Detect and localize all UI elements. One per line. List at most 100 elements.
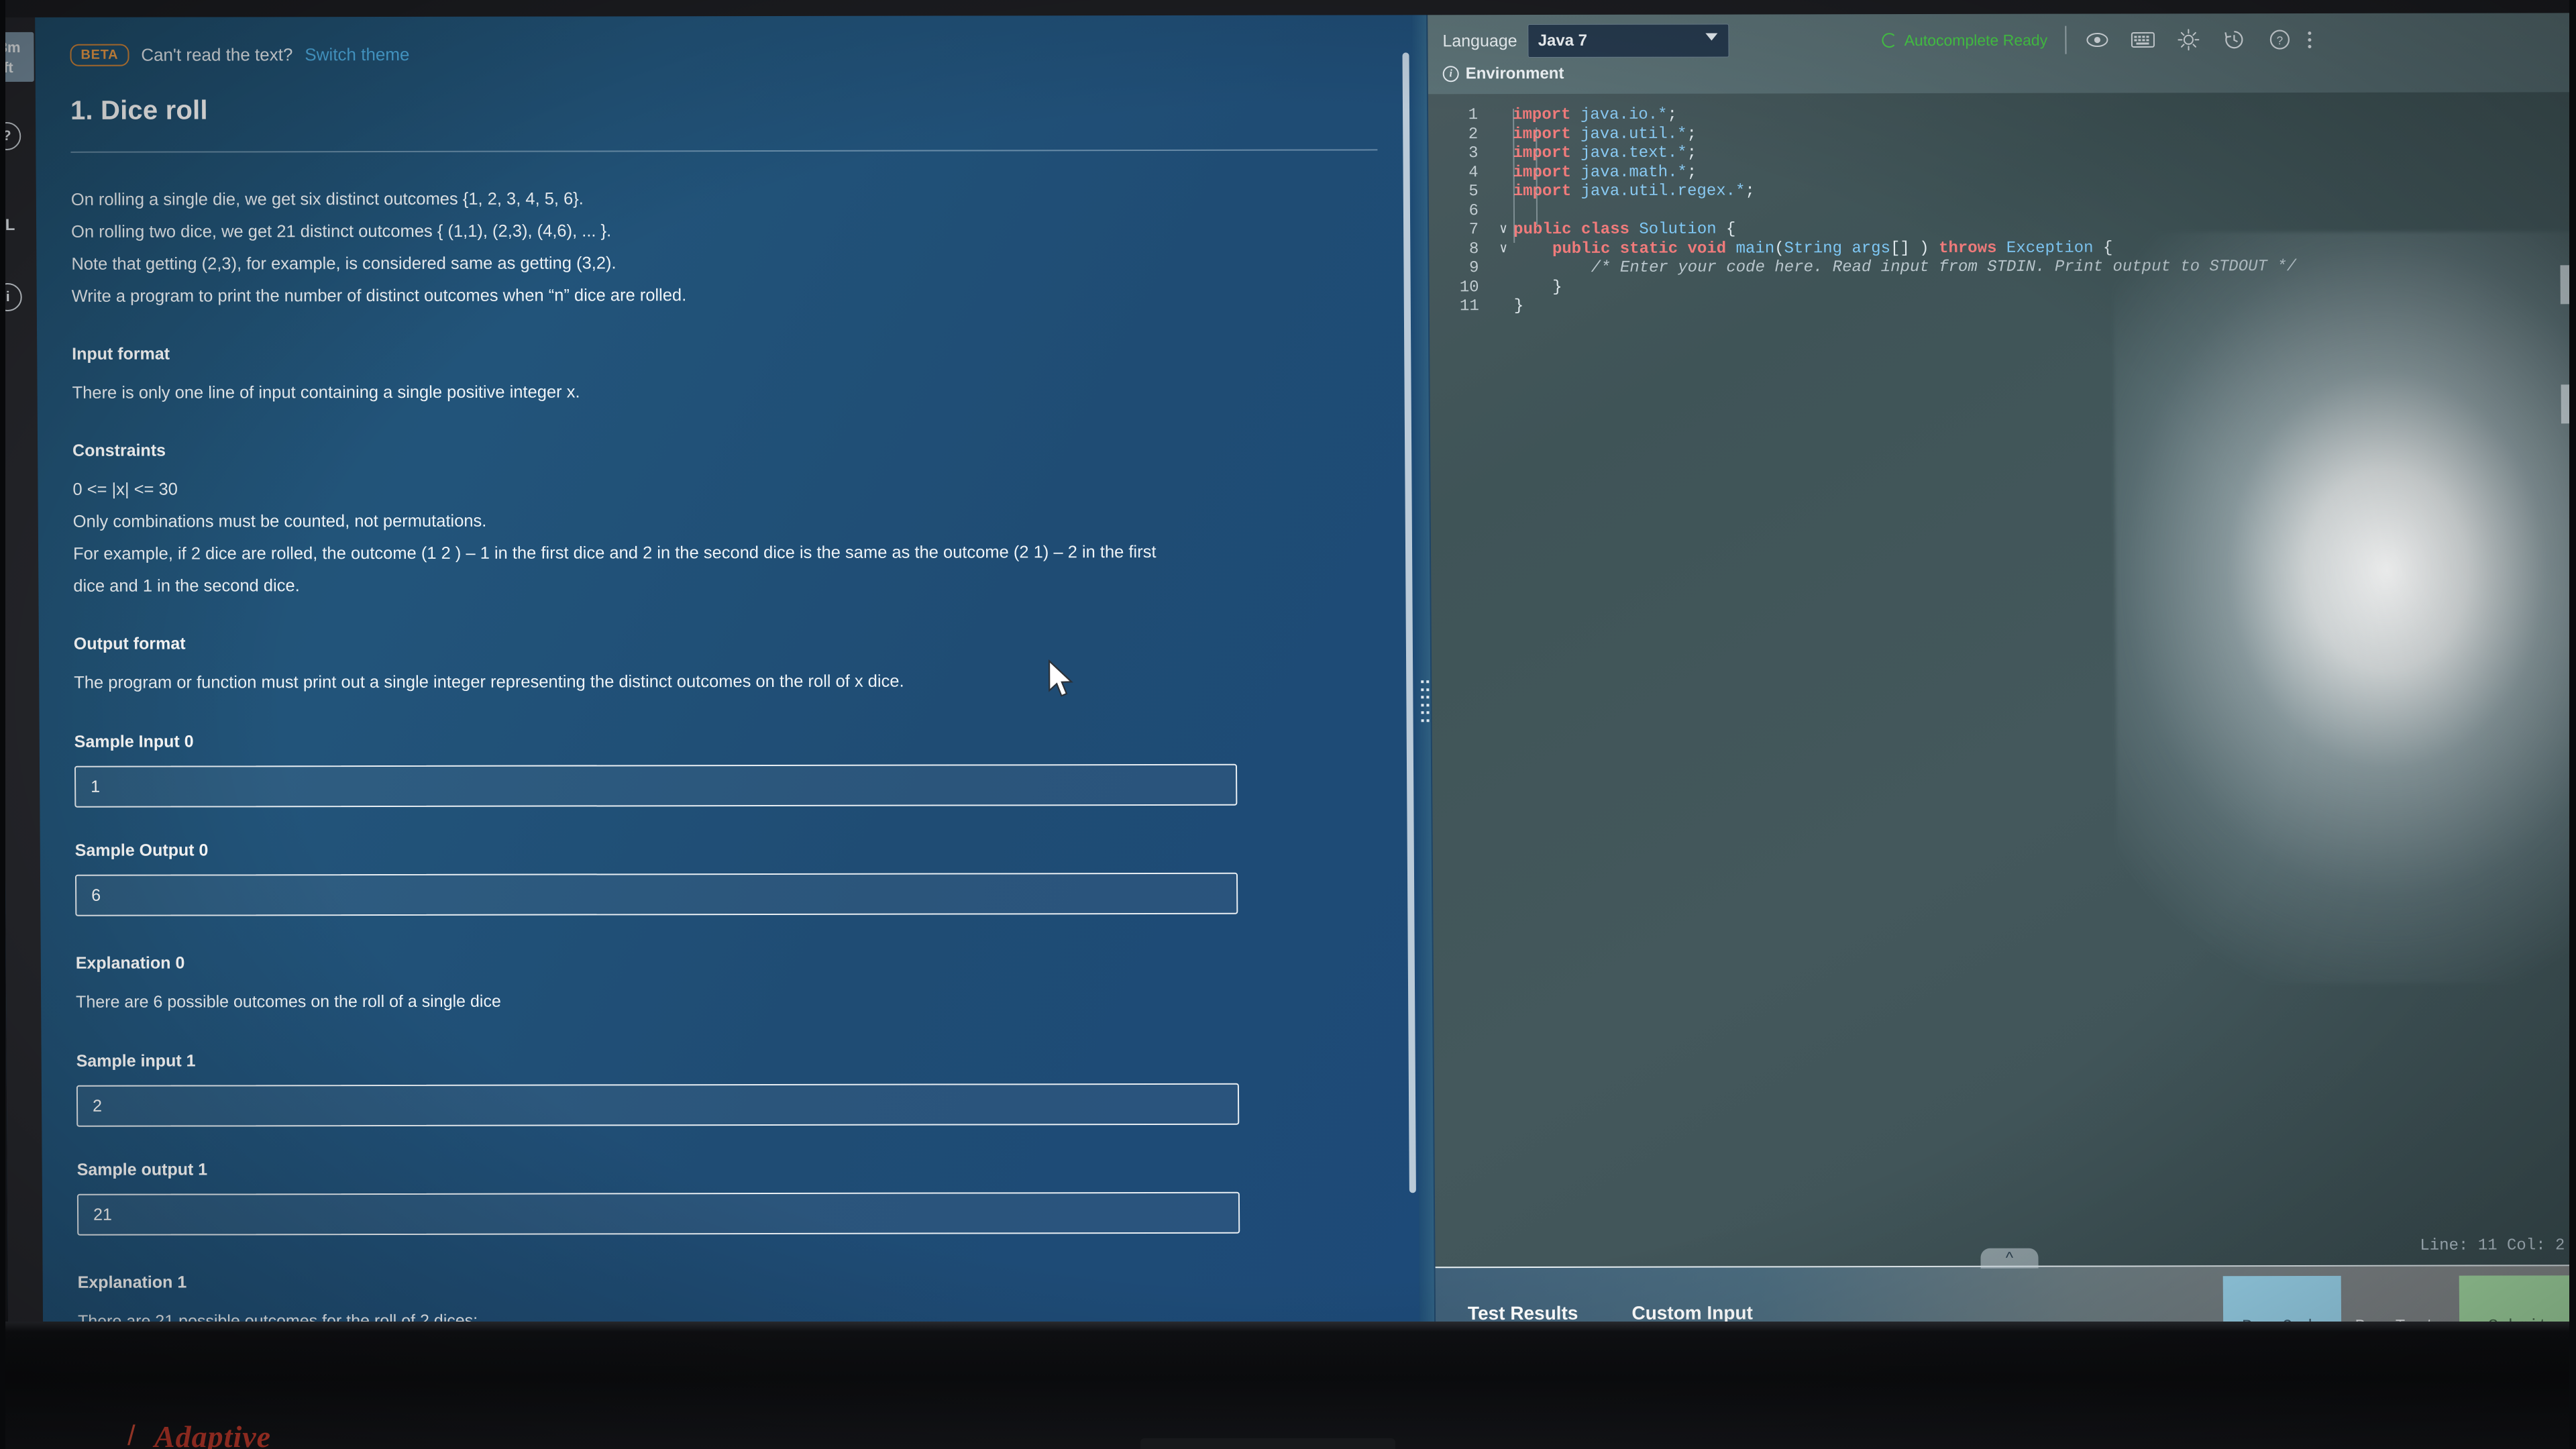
constraint-line: 0 <= |x| <= 30 [72,480,178,499]
input-format-block: Input format There is only one line of i… [72,335,1379,409]
eye-icon[interactable] [2084,27,2110,54]
code-text: } [1552,278,1562,297]
sample-output-0-value: 6 [91,885,101,905]
photograph-of-monitor: hackerrank.com/test/2c8c9sb74kk/question… [0,0,2576,1449]
cursor-position-status: Line: 11 Col: 2 [2420,1236,2565,1255]
sample-input-1-value: 2 [92,1096,103,1116]
autocomplete-status: Autocomplete Ready [1882,31,2048,49]
toolbar-divider [2065,25,2067,54]
laptop-bezel: / Adaptive [0,1322,2576,1449]
problem-body: On rolling a single die, we get six dist… [71,181,1385,1389]
fold-chevron-icon[interactable]: ∨ [1493,221,1513,240]
theme-hint-text: Can't read the text? [141,44,293,65]
code-line[interactable]: 6 [1429,200,2576,221]
statement-line: On rolling two dice, we get 21 distinct … [71,221,612,241]
title-divider [70,149,1378,153]
input-format-text: There is only one line of input containi… [72,382,580,402]
code-line[interactable]: 3 import java.text.*; [1428,142,2576,163]
constraints-block: Constraints 0 <= |x| <= 30 Only combinat… [72,432,1381,602]
line-number: 6 [1468,201,1479,220]
pane-resize-handle[interactable] [1421,680,1430,722]
sample-input-0-value: 1 [91,777,101,796]
explanation-1-label: Explanation 1 [77,1273,187,1292]
code-text: import java.math.*; [1513,163,1697,182]
line-number: 9 [1468,259,1479,278]
autocomplete-status-label: Autocomplete Ready [1904,31,2048,49]
constraint-line: Only combinations must be counted, not p… [72,511,487,531]
brightness-icon[interactable] [2175,26,2202,53]
line-number: 5 [1468,182,1479,201]
line-number: 10 [1459,278,1479,297]
statement-line: Note that getting (2,3), for example, is… [71,254,616,274]
chevron-up-icon[interactable]: ^ [1980,1248,2039,1269]
environment-label: Environment [1465,64,1564,83]
environment-row[interactable]: i Environment [1442,62,2562,83]
code-editor-pane: Language Java 7 Autocomplete Ready ? i E… [1428,10,2576,1387]
code-line[interactable]: 10 } [1430,276,2576,297]
code-lines[interactable]: 1 import java.io.*; 2 import java.util.*; 3 i… [1428,104,2576,316]
statement-line: On rolling a single die, we get six dist… [70,189,584,209]
line-number: 4 [1468,163,1479,182]
photo-edge-right [2569,0,2576,1449]
code-line[interactable]: 2 import java.util.*; [1428,123,2576,144]
theme-switch-row: BETA Can't read the text? Switch theme [70,42,1377,66]
input-format-heading: Input format [72,344,170,364]
output-format-heading: Output format [73,634,186,653]
line-number: 8 [1468,239,1479,258]
code-line[interactable]: 5 import java.util.regex.*; [1429,180,2576,201]
code-text: } [1513,297,1524,316]
sample-input-0-label: Sample Input 0 [74,732,194,751]
code-text: public class Solution { [1513,220,1736,239]
explanation-0-text: There are 6 possible outcomes on the rol… [76,991,501,1012]
keyboard-icon[interactable] [2129,26,2156,53]
fold-chevron-icon[interactable]: ∨ [1493,240,1513,260]
code-text: import java.text.*; [1513,144,1697,163]
sample-output-1-box: 21 [76,1191,1240,1236]
statement-block: On rolling a single die, we get six dist… [71,181,1379,312]
line-number: 2 [1468,125,1479,144]
svg-text:?: ? [2276,34,2283,47]
code-line[interactable]: 9 /* Enter your code here. Read input fr… [1429,257,2576,278]
output-format-block: Output format The program or function mu… [74,625,1381,698]
sample-input-1-box: 2 [76,1083,1240,1127]
language-select[interactable]: Java 7 [1527,23,1729,58]
screen-content: hackerrank.com/test/2c8c9sb74kk/question… [0,0,2576,1389]
code-line[interactable]: 1 import java.io.*; [1428,104,2576,125]
history-icon[interactable] [2220,26,2247,53]
constraint-line: For example, if 2 dice are rolled, the o… [72,542,1157,596]
code-text: import java.io.*; [1513,105,1678,125]
kebab-menu-icon[interactable] [2308,31,2312,48]
output-format-text: The program or function must print out a… [74,672,904,692]
help-icon[interactable]: ? [2266,26,2293,53]
code-text: import java.util.regex.*; [1513,182,1755,201]
explanation-0-block: Explanation 0 There are 6 possible outco… [76,945,1383,1018]
sample-input-0-box: 1 [74,763,1238,808]
chevron-down-icon [1705,33,1718,41]
line-number: 7 [1468,221,1479,239]
language-label: Language [1442,31,1517,50]
problem-statement-pane: BETA Can't read the text? Switch theme 1… [35,12,1420,1389]
code-line[interactable]: 8 ∨ public static void main(String args[]… [1429,238,2576,259]
sample-output-1-value: 21 [93,1205,112,1224]
sample-input-1-label: Sample input 1 [76,1051,196,1071]
beta-badge: BETA [70,44,129,66]
code-text: /* Enter your code here. Read input from… [1591,258,2297,277]
switch-theme-link[interactable]: Switch theme [305,44,409,65]
language-selected-value: Java 7 [1538,31,1588,50]
code-line[interactable]: 4 import java.math.*; [1429,162,2576,182]
tab-custom-input[interactable]: Custom Input [1631,1302,1753,1324]
sample-output-0-label: Sample Output 0 [74,841,209,860]
laptop-keyboard-edge [1140,1438,1395,1449]
code-area[interactable]: 1 import java.io.*; 2 import java.util.*; 3 i… [1428,92,2576,1281]
line-number: 3 [1468,144,1479,163]
mouse-cursor [1048,659,1073,697]
explanation-0-label: Explanation 0 [75,953,185,973]
code-text: import java.util.*; [1513,125,1697,144]
code-line[interactable]: 7 ∨ public class Solution { [1429,219,2576,239]
brand-slash: / [127,1419,136,1449]
line-number: 1 [1468,106,1479,125]
check-circle-icon [1882,33,1897,48]
line-number: 11 [1459,297,1479,316]
code-line[interactable]: 11} [1430,295,2576,316]
editor-toolbar: Language Java 7 Autocomplete Ready ? i E… [1428,10,2576,95]
